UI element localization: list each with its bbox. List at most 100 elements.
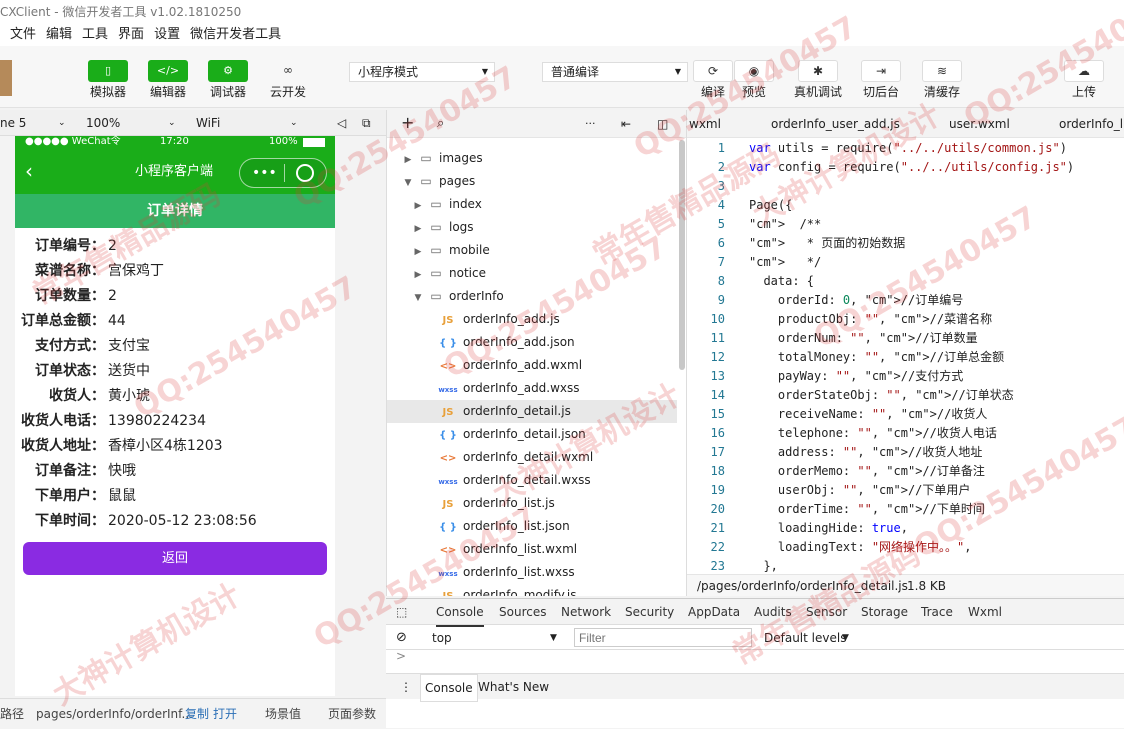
back-arrow-icon[interactable]: ‹ — [25, 160, 33, 182]
code-line[interactable]: 1 var utils = require("../../utils/common… — [687, 139, 1067, 158]
code-line[interactable]: 9 orderId: 0, "cm">//订单编号 — [687, 291, 963, 310]
code-line[interactable]: 22 loadingText: "网络操作中。。", — [687, 538, 972, 557]
log-levels-select[interactable]: Default levels — [764, 626, 846, 650]
code-line[interactable]: 19 userObj: "", "cm">//下单用户 — [687, 481, 971, 500]
tree-folder[interactable]: ▶ ▭ mobile — [387, 239, 677, 262]
more-dots-icon[interactable]: ••• — [252, 164, 277, 182]
code-line[interactable]: 21 loadingHide: true, — [687, 519, 908, 538]
clear-cache-button[interactable]: ≋ 清缓存 — [917, 60, 967, 99]
code-line[interactable]: 18 orderMemo: "", "cm">//订单备注 — [687, 462, 985, 481]
tree-file[interactable]: JS orderInfo_add.js — [387, 308, 677, 331]
code-line[interactable]: 17 address: "", "cm">//收货人地址 — [687, 443, 983, 462]
tree-file[interactable]: { } orderInfo_add.json — [387, 331, 677, 354]
tree-folder[interactable]: ▶ ▭ index — [387, 193, 677, 216]
collapse-icon[interactable]: ⇤ — [621, 114, 631, 134]
tree-folder[interactable]: ▶ ▭ images — [387, 147, 677, 170]
tree-file[interactable]: wxss orderInfo_list.wxss — [387, 561, 677, 584]
code-line[interactable]: 8 data: { — [687, 272, 814, 291]
tab-security[interactable]: Security — [625, 599, 674, 625]
tree-file[interactable]: <> orderInfo_detail.wxml — [387, 446, 677, 469]
simulator-button[interactable]: ▯ 模拟器 — [83, 60, 133, 99]
code-line[interactable]: 7 "cm"> */ — [687, 253, 822, 272]
more-icon[interactable]: ··· — [585, 114, 596, 134]
avatar[interactable] — [0, 60, 12, 96]
mode-select[interactable]: 小程序模式 ▼ — [349, 62, 495, 82]
copy-link[interactable]: 复制 — [185, 699, 209, 729]
tab-wxml[interactable]: wxml — [689, 110, 721, 137]
scene-value-button[interactable]: 场景值 — [265, 699, 301, 729]
editor-button[interactable]: </> 编辑器 — [143, 60, 193, 99]
tab-console[interactable]: Console — [436, 599, 484, 627]
code-line[interactable]: 10 productObj: "", "cm">//菜谱名称 — [687, 310, 993, 329]
menu-edit[interactable]: 编辑 — [46, 24, 72, 46]
tree-file[interactable]: wxss orderInfo_add.wxss — [387, 377, 677, 400]
code-area[interactable]: 1 var utils = require("../../utils/common… — [687, 138, 1124, 574]
code-line[interactable]: 20 orderTime: "", "cm">//下单时间 — [687, 500, 985, 519]
menu-file[interactable]: 文件 — [10, 24, 36, 46]
network-select[interactable]: WiFi — [196, 110, 220, 136]
tree-folder[interactable]: ▶ ▭ notice — [387, 262, 677, 285]
menu-tools[interactable]: 工具 — [82, 24, 108, 46]
zoom-select[interactable]: 100% — [86, 110, 120, 136]
tab-orderinfo-list[interactable]: orderInfo_li — [1059, 110, 1124, 137]
code-line[interactable]: 2 var config = require("../../utils/confi… — [687, 158, 1074, 177]
tree-file[interactable]: JS orderInfo_list.js — [387, 492, 677, 515]
code-line[interactable]: 15 receiveName: "", "cm">//收货人 — [687, 405, 988, 424]
code-line[interactable]: 5 "cm"> /** — [687, 215, 822, 234]
tab-audits[interactable]: Audits — [754, 599, 792, 625]
drawer-tab-console[interactable]: Console — [420, 674, 478, 702]
code-line[interactable]: 11 orderNum: "", "cm">//订单数量 — [687, 329, 978, 348]
cloud-dev-button[interactable]: ∞ 云开发 — [263, 60, 313, 99]
code-line[interactable]: 14 orderStateObj: "", "cm">//订单状态 — [687, 386, 1014, 405]
tab-sources[interactable]: Sources — [499, 599, 546, 625]
menu-wechat-devtools[interactable]: 微信开发者工具 — [190, 24, 281, 46]
rotate-icon[interactable]: ⧉ — [362, 110, 371, 136]
device-select[interactable]: ne 5 — [0, 110, 26, 136]
code-line[interactable]: 16 telephone: "", "cm">//收货人电话 — [687, 424, 997, 443]
tree-file[interactable]: { } orderInfo_list.json — [387, 515, 677, 538]
tree-file[interactable]: wxss orderInfo_detail.wxss — [387, 469, 677, 492]
drawer-tab-whats-new[interactable]: What's New — [478, 674, 549, 700]
console-filter-input[interactable] — [574, 628, 752, 647]
code-line[interactable]: 3 — [687, 177, 725, 196]
search-icon[interactable]: ⌕ — [437, 114, 444, 134]
tree-folder[interactable]: ▼ ▭ pages — [387, 170, 677, 193]
page-params-button[interactable]: 页面参数 — [328, 699, 376, 729]
tab-trace[interactable]: Trace — [921, 599, 953, 625]
debugger-button[interactable]: ⚙ 调试器 — [203, 60, 253, 99]
tab-orderinfo-user-add[interactable]: orderInfo_user_add.js — [771, 110, 900, 137]
tab-sensor[interactable]: Sensor — [806, 599, 847, 625]
tree-folder[interactable]: ▶ ▭ logs — [387, 216, 677, 239]
code-line[interactable]: 13 payWay: "", "cm">//支付方式 — [687, 367, 964, 386]
code-line[interactable]: 12 totalMoney: "", "cm">//订单总金额 — [687, 348, 1005, 367]
menu-view[interactable]: 界面 — [118, 24, 144, 46]
split-panel-icon[interactable]: ◫ — [657, 114, 668, 134]
tab-appdata[interactable]: AppData — [688, 599, 740, 625]
explorer-scrollbar[interactable] — [679, 140, 685, 370]
volume-icon[interactable]: ◁ — [337, 110, 346, 136]
tab-wxml[interactable]: Wxml — [968, 599, 1002, 625]
tree-file[interactable]: JS orderInfo_modify.js — [387, 584, 677, 596]
tree-file[interactable]: { } orderInfo_detail.json — [387, 423, 677, 446]
tab-network[interactable]: Network — [561, 599, 611, 625]
code-line[interactable]: 6 "cm"> * 页面的初始数据 — [687, 234, 906, 253]
preview-button[interactable]: ◉ 预览 — [729, 60, 779, 99]
tree-file[interactable]: JS orderInfo_detail.js — [387, 400, 677, 423]
inspect-icon[interactable]: ⬚ — [396, 599, 407, 625]
console-prompt[interactable]: > — [396, 649, 406, 663]
compile-mode-select[interactable]: 普通编译 ▼ — [542, 62, 688, 82]
tab-user-wxml[interactable]: user.wxml — [949, 110, 1010, 137]
tree-folder[interactable]: ▼ ▭ orderInfo — [387, 285, 677, 308]
clear-console-icon[interactable]: ⊘ — [396, 626, 407, 650]
close-circle-icon[interactable] — [296, 164, 314, 182]
tree-file[interactable]: <> orderInfo_add.wxml — [387, 354, 677, 377]
upload-button[interactable]: ☁ 上传 — [1059, 60, 1109, 99]
menu-settings[interactable]: 设置 — [154, 24, 180, 46]
tree-file[interactable]: <> orderInfo_list.wxml — [387, 538, 677, 561]
open-link[interactable]: 打开 — [213, 699, 237, 729]
device-debug-button[interactable]: ✱ 真机调试 — [793, 60, 843, 99]
back-button[interactable]: 返回 — [23, 542, 327, 575]
add-icon[interactable]: + — [401, 113, 414, 133]
background-button[interactable]: ⇥ 切后台 — [856, 60, 906, 99]
drawer-menu-icon[interactable]: ⋮ — [400, 674, 412, 700]
